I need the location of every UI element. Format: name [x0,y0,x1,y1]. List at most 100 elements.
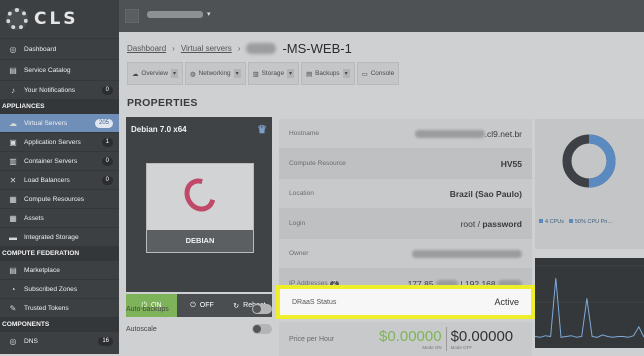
compute-resource-label: Compute Resource [289,160,346,167]
chevron-right-icon: › [237,44,241,53]
sidebar-item-trusted-tokens[interactable]: ✎ Trusted Tokens [0,298,119,317]
os-logo-box: DEBIAN [146,163,254,253]
brand-text: CLS [34,9,79,29]
autoscale-toggle[interactable] [252,324,272,334]
chevron-down-icon[interactable]: ▾ [233,69,241,78]
user-menu-redacted[interactable] [147,11,203,18]
zones-icon: ◔ [10,284,16,294]
tab-networking[interactable]: ◍ Networking ▾ [185,62,246,85]
count-badge: 1 [101,137,113,147]
tab-storage[interactable]: ▥ Storage ▾ [247,62,300,85]
overview-icon: ☁ [132,70,139,78]
sidebar-item-your-notifications[interactable]: ♪ Your Notifications 0 [0,80,119,99]
debian-swirl-icon [178,172,222,218]
sidebar-item-dns[interactable]: ◎ DNS 16 [0,331,119,350]
legend-cpu-priority: 50% CPU Pri... [574,219,612,225]
count-badge: 0 [101,156,113,166]
tab-console[interactable]: ▭ Console [356,62,400,85]
bell-icon: ♪ [11,85,15,95]
chevron-down-icon[interactable]: ▾ [342,69,350,78]
properties-heading: PROPERTIES [127,97,198,109]
compute-resource-value[interactable]: HV55 [501,159,522,169]
sidebar-item-label: Your Notifications [24,86,76,94]
sidebar-item-label: Trusted Tokens [24,304,69,312]
login-row: Login root / password [279,209,532,239]
tab-overview[interactable]: ☁ Overview ▾ [127,62,184,85]
sidebar-item-label: Service Catalog [24,66,71,74]
sidebar: CLS ◎ Dashboard ▤ Service Catalog ♪ Your Noti… [0,0,119,354]
token-icon: ✎ [9,303,17,313]
backup-icon: ▤ [306,70,313,78]
price-mode-off: $0.00000 [450,328,514,345]
owner-label: Owner [289,250,309,257]
price-label: Price per Hour [289,335,335,343]
org-icon[interactable] [125,9,139,23]
price-per-hour-row: Price per Hour $0.00000 Mode ON $0.00000 M… [279,322,532,356]
login-password[interactable]: password [482,219,522,229]
chevron-down-icon[interactable]: ▾ [287,69,295,78]
usage-line [534,278,644,338]
count-badge: 205 [94,118,113,128]
sidebar-item-marketplace[interactable]: ▤ Marketplace [0,260,119,279]
assets-icon: ▦ [9,213,17,223]
sidebar-item-label: DNS [24,337,38,345]
price-divider [445,327,447,351]
breadcrumb-virtual-servers[interactable]: Virtual servers [181,44,232,53]
storage-icon: ▬ [9,232,17,242]
sidebar-item-dashboard[interactable]: ◎ Dashboard [0,38,119,59]
location-label: Location [289,190,314,197]
container-icon: ▥ [9,156,17,166]
page-title: -MS-WEB-1 [282,41,352,56]
sidebar-item-container-servers[interactable]: ▥ Container Servers 0 [0,151,119,170]
chevron-down-icon[interactable]: ▾ [171,69,179,78]
tab-bar: ☁ Overview ▾ ◍ Networking ▾ ▥ Storage ▾ ▤ Backups ▾… [127,62,400,85]
sidebar-item-label: Compute Resources [24,195,85,203]
sidebar-item-label: Virtual Servers [24,119,68,127]
sidebar-item-label: Load Balancers [24,176,70,184]
sidebar-item-label: Dashboard [24,45,57,53]
vm-card: Debian 7.0 x64 ♛ DEBIAN [126,117,272,292]
sidebar-item-label: Subscribed Zones [24,285,78,293]
marketplace-icon: ▤ [9,265,17,275]
os-title: Debian 7.0 x64 [131,124,187,134]
os-name: DEBIAN [147,230,253,252]
tab-label: Console [370,70,395,77]
sidebar-item-virtual-servers[interactable]: ☁ Virtual Servers 205 [0,113,119,132]
section-components: COMPONENTS [0,317,119,331]
login-user: root / [460,218,483,229]
sidebar-item-load-balancers[interactable]: ✕ Load Balancers 0 [0,170,119,189]
main-content: Dashboard › Virtual servers › -MS-WEB-1 … [119,32,644,356]
sidebar-item-subscribed-zones[interactable]: ◔ Subscribed Zones [0,279,119,298]
owner-row: Owner [279,239,532,269]
sidebar-item-label: Integrated Storage [24,233,79,241]
sidebar-item-integrated-storage[interactable]: ▬ Integrated Storage [0,227,119,246]
cloud-icon: ☁ [9,118,17,128]
hostname-row: Hostname .cl9.net.br [279,119,532,149]
sidebar-item-assets[interactable]: ▦ Assets [0,208,119,227]
sidebar-item-compute-resources[interactable]: ▦ Compute Resources [0,189,119,208]
top-bar: ▾ [119,0,644,32]
redacted-owner[interactable] [412,250,522,259]
tab-backups[interactable]: ▤ Backups ▾ [301,62,355,85]
storage-tab-icon: ▥ [252,70,259,78]
sidebar-item-application-servers[interactable]: ▣ Application Servers 1 [0,132,119,151]
cpu-legend: 4 CPUs 50% CPU Pri... [539,219,612,225]
draas-status-label: DRaaS Status [292,298,337,306]
chevron-down-icon[interactable]: ▾ [207,10,211,18]
logo[interactable]: CLS [0,0,119,38]
sidebar-item-label: Container Servers [24,157,78,165]
sidebar-item-service-catalog[interactable]: ▤ Service Catalog [0,59,119,80]
breadcrumb-dashboard[interactable]: Dashboard [127,44,166,53]
breadcrumb: Dashboard › Virtual servers › -MS-WEB-1 [127,41,352,56]
tab-label: Networking [198,70,231,77]
usage-sparkline [534,265,644,338]
tab-label: Storage [261,70,285,77]
location-row: Location Brazil (Sao Paulo) [279,179,532,209]
balancer-icon: ✕ [9,175,17,185]
count-badge: 16 [98,336,113,346]
legend-cpus: 4 CPUs [545,219,564,225]
legend-swatch [568,219,573,223]
auto-backups-row: Auto-backups [126,304,272,314]
auto-backups-toggle[interactable] [252,304,272,314]
catalog-icon: ▤ [9,65,17,75]
